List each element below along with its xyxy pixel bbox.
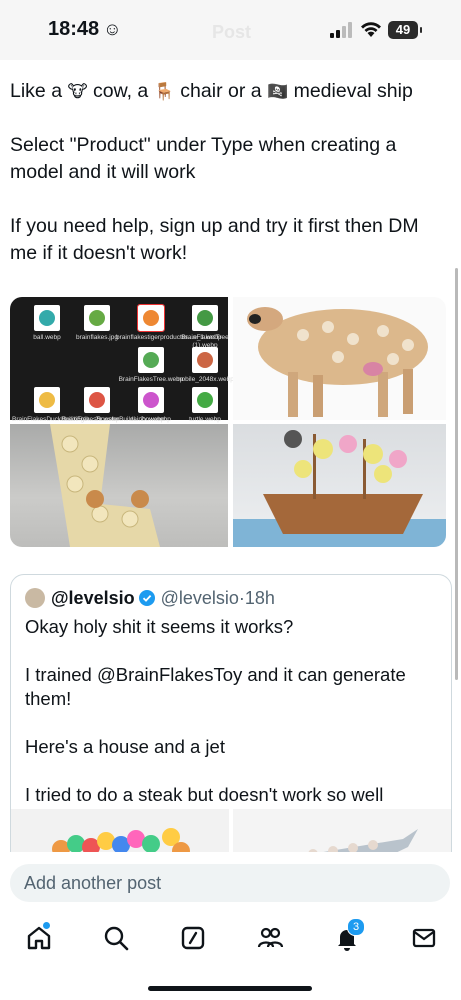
chair-emoji: 🪑 bbox=[153, 82, 175, 101]
file-thumbnail bbox=[84, 387, 110, 413]
post-line-2: Select "Product" under Type when creatin… bbox=[10, 134, 397, 183]
file-thumbnail bbox=[138, 387, 164, 413]
quote-paragraph: Here's a house and a jet bbox=[25, 736, 225, 757]
media-grid: ball.webp brainflakes.jpg brainflakestiger… bbox=[10, 297, 446, 547]
nav-home[interactable] bbox=[25, 922, 53, 952]
file-thumbnail-art bbox=[143, 392, 159, 408]
author-handle: @levelsio bbox=[160, 587, 239, 608]
quote-paragraph: Okay holy shit it seems it works? bbox=[25, 616, 294, 637]
unread-dot bbox=[43, 922, 50, 929]
post-text: Like a 🐮 cow, a 🪑 chair or a 🏴‍☠️ mediev… bbox=[10, 78, 440, 294]
nav-messages[interactable] bbox=[410, 924, 438, 952]
file-thumbnail-art bbox=[143, 310, 159, 326]
file-name: turtle.webp bbox=[189, 416, 221, 423]
file-thumbnail-art bbox=[39, 310, 55, 326]
file-thumbnail bbox=[138, 347, 164, 373]
file-thumbnail bbox=[192, 347, 218, 373]
post-time: 18h bbox=[244, 587, 275, 608]
file-thumbnail bbox=[137, 304, 165, 332]
file-thumbnail-art bbox=[39, 392, 55, 408]
media-finder-screenshot[interactable]: ball.webp brainflakes.jpg brainflakestiger… bbox=[10, 297, 234, 423]
media-brainflakes-chair[interactable] bbox=[10, 424, 228, 547]
status-time: 18:48 ☺ bbox=[48, 18, 122, 40]
quoted-post[interactable]: @levelsio @levelsio · 18h Okay holy shit… bbox=[10, 574, 452, 876]
mail-icon bbox=[412, 928, 436, 948]
header-title: Post bbox=[212, 22, 252, 42]
avatar bbox=[25, 588, 45, 608]
focus-icon: ☺ bbox=[103, 19, 122, 39]
pirate-flag-emoji: 🏴‍☠️ bbox=[267, 82, 289, 101]
file-thumbnail-art bbox=[143, 352, 159, 368]
cellular-signal-icon bbox=[330, 22, 352, 38]
file-thumbnail bbox=[34, 387, 60, 413]
file-thumbnail bbox=[192, 305, 218, 331]
post-line-1: Like a 🐮 cow, a 🪑 chair or a 🏴‍☠️ mediev… bbox=[10, 80, 413, 102]
add-another-post-input[interactable]: Add another post bbox=[10, 864, 450, 902]
finder-file-item: BrainFlakesTree (1).webp bbox=[170, 305, 240, 350]
file-thumbnail-art bbox=[89, 392, 105, 408]
nav-notifications[interactable]: 3 bbox=[333, 918, 365, 952]
post-line-3: If you need help, sign up and try it fir… bbox=[10, 215, 419, 264]
quote-paragraph: I tried to do a steak but doesn't work s… bbox=[25, 784, 384, 805]
nav-search[interactable] bbox=[102, 924, 130, 952]
quoted-post-header: @levelsio @levelsio · 18h bbox=[25, 587, 275, 609]
file-thumbnail-art bbox=[197, 392, 213, 408]
cow-emoji: 🐮 bbox=[67, 82, 88, 101]
media-brainflakes-ship[interactable] bbox=[233, 424, 446, 547]
file-thumbnail-art bbox=[197, 310, 213, 326]
scrollbar[interactable] bbox=[455, 268, 458, 680]
status-bar: Post 18:48 ☺ 49 bbox=[0, 0, 461, 60]
grok-icon bbox=[181, 926, 205, 950]
author-name: @levelsio bbox=[51, 587, 135, 608]
communities-icon bbox=[257, 927, 284, 948]
file-thumbnail-art bbox=[197, 352, 213, 368]
search-icon bbox=[104, 926, 129, 951]
finder-file-item: turtle.webp bbox=[170, 387, 240, 424]
verified-badge-icon bbox=[138, 590, 155, 606]
battery-indicator: 49 bbox=[388, 21, 422, 39]
media-brainflakes-cow[interactable] bbox=[233, 297, 446, 420]
quoted-post-body: Okay holy shit it seems it works? I trai… bbox=[25, 615, 440, 831]
file-thumbnail bbox=[34, 305, 60, 331]
file-name: mobile_2048x.webp bbox=[176, 376, 234, 383]
file-thumbnail bbox=[84, 305, 110, 331]
finder-file-item: mobile_2048x.webp bbox=[170, 347, 240, 384]
nav-grok[interactable] bbox=[179, 924, 207, 952]
compose-bar: Add another post bbox=[0, 852, 461, 914]
file-thumbnail-art bbox=[89, 310, 105, 326]
notifications-badge: 3 bbox=[347, 918, 365, 936]
file-thumbnail bbox=[192, 387, 218, 413]
home-icon bbox=[27, 926, 51, 950]
wifi-icon bbox=[361, 22, 381, 37]
quote-paragraph: I trained @BrainFlakesToy and it can gen… bbox=[25, 664, 406, 709]
nav-communities[interactable] bbox=[256, 924, 284, 952]
home-indicator bbox=[148, 986, 312, 991]
